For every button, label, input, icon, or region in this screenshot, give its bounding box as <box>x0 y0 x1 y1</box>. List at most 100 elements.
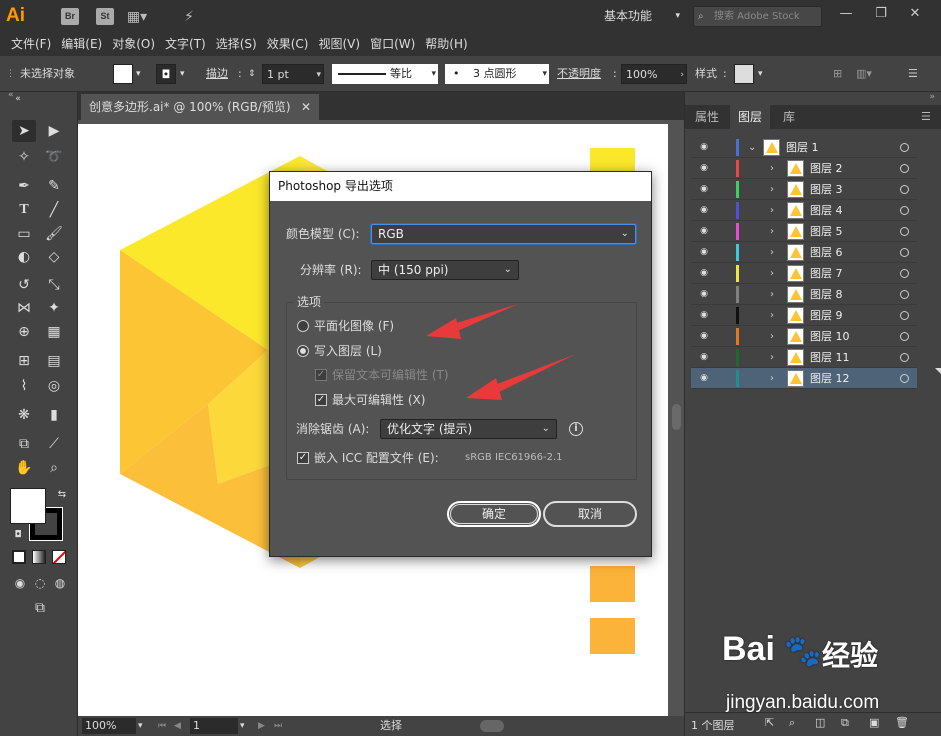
menu-help[interactable]: 帮助(H) <box>420 33 472 56</box>
minimize-button[interactable]: — <box>829 3 863 25</box>
swap-colors-icon[interactable]: ⇆ <box>50 484 74 506</box>
visibility-eye-icon[interactable]: ◉ <box>696 137 712 158</box>
layer-target-circle[interactable] <box>900 269 909 278</box>
layer-target-circle[interactable] <box>900 374 909 383</box>
chevron-right-icon[interactable]: › <box>770 326 774 347</box>
align-icon[interactable]: ⊞ <box>833 64 842 84</box>
layer-target-circle[interactable] <box>900 164 909 173</box>
blend-tool-icon[interactable]: ◎ <box>42 375 66 397</box>
screen-mode-icon[interactable]: ⧉ <box>28 597 52 619</box>
stroke-swatch[interactable]: ◘ <box>156 64 176 84</box>
line-tool-icon[interactable]: ╱ <box>42 199 66 221</box>
resolution-select[interactable]: 中 (150 ppi) ⌄ <box>371 260 519 280</box>
menu-object[interactable]: 对象(O) <box>107 33 160 56</box>
ok-button[interactable]: 确定 <box>447 501 541 527</box>
layer-target-circle[interactable] <box>900 185 909 194</box>
zoom-chevron-icon[interactable]: ▾ <box>138 718 143 734</box>
layer-target-circle[interactable] <box>900 227 909 236</box>
stroke-profile-select[interactable]: 等比 ▾ <box>332 64 438 84</box>
stroke-label[interactable]: 描边 <box>206 64 228 84</box>
layer-row[interactable]: ◉ › 图层 6 <box>691 242 917 263</box>
layer-row[interactable]: ◉ › 图层 8 <box>691 284 917 305</box>
maximize-button[interactable]: ❐ <box>864 3 898 25</box>
collapse-panel-icon[interactable]: » <box>929 92 935 102</box>
style-chevron-icon[interactable]: ▾ <box>758 64 763 84</box>
visibility-eye-icon[interactable]: ◉ <box>696 263 712 284</box>
arrange-documents-icon[interactable]: ▦▾ <box>124 7 150 27</box>
lasso-tool-icon[interactable]: ➰ <box>42 146 66 168</box>
artboard-number-input[interactable]: 1 <box>190 718 238 734</box>
artboard-chevron-icon[interactable]: ▾ <box>240 718 245 734</box>
visibility-eye-icon[interactable]: ◉ <box>696 221 712 242</box>
rectangle-tool-icon[interactable]: ▭ <box>12 223 36 245</box>
color-model-select[interactable]: RGB ⌄ <box>371 224 636 244</box>
chevron-right-icon[interactable]: › <box>770 284 774 305</box>
layer-row[interactable]: ◉ ⌄ 图层 1 <box>691 137 917 158</box>
visibility-eye-icon[interactable]: ◉ <box>696 368 712 389</box>
layer-name[interactable]: 图层 4 <box>810 200 843 221</box>
chevron-down-icon[interactable]: ⌄ <box>748 137 756 158</box>
menu-effect[interactable]: 效果(C) <box>262 33 314 56</box>
horizontal-scroll-thumb[interactable] <box>480 720 504 732</box>
default-colors-icon[interactable]: ◘ <box>6 524 30 546</box>
pen-tool-icon[interactable]: ✒ <box>12 175 36 197</box>
layer-name[interactable]: 图层 2 <box>810 158 843 179</box>
fill-color-swatch-front[interactable] <box>10 488 46 524</box>
menu-select[interactable]: 选择(S) <box>211 33 262 56</box>
max-editable-checkbox[interactable]: ✓ <box>315 394 327 406</box>
visibility-eye-icon[interactable]: ◉ <box>696 347 712 368</box>
fill-swatch[interactable] <box>113 64 133 84</box>
cancel-button[interactable]: 取消 <box>543 501 637 527</box>
magic-wand-icon[interactable]: ✧ <box>12 146 36 168</box>
chevron-right-icon[interactable]: › <box>770 158 774 179</box>
gradient-tool-icon[interactable]: ▤ <box>42 350 66 372</box>
layer-row[interactable]: ◉ › 图层 3 <box>691 179 917 200</box>
selection-tool-icon[interactable]: ➤ <box>12 120 36 142</box>
fill-chevron-icon[interactable]: ▾ <box>136 64 141 84</box>
visibility-eye-icon[interactable]: ◉ <box>696 242 712 263</box>
close-window-button[interactable]: ✕ <box>898 3 932 25</box>
direct-selection-tool-icon[interactable]: ▶ <box>42 120 66 142</box>
flat-image-radio[interactable] <box>297 320 309 332</box>
slice-tool-icon[interactable]: ⟋ <box>42 433 66 455</box>
scale-tool-icon[interactable]: ⤡ <box>42 274 66 296</box>
layer-row[interactable]: ◉ › 图层 12 <box>691 368 917 389</box>
chevron-right-icon[interactable]: › <box>770 242 774 263</box>
layer-target-circle[interactable] <box>900 248 909 257</box>
document-tab[interactable]: 创意多边形.ai* @ 100% (RGB/预览) ✕ <box>81 94 319 120</box>
stock-search-input[interactable]: ⌕ 搜索 Adobe Stock <box>693 6 822 27</box>
chevron-right-icon[interactable]: › <box>770 200 774 221</box>
zoom-input[interactable]: 100% <box>82 718 136 734</box>
style-swatch[interactable] <box>734 64 754 84</box>
layer-row[interactable]: ◉ › 图层 7 <box>691 263 917 284</box>
curvature-tool-icon[interactable]: ✎ <box>42 175 66 197</box>
opacity-label[interactable]: 不透明度 <box>557 64 601 84</box>
layer-name[interactable]: 图层 11 <box>810 347 850 368</box>
embed-icc-checkbox[interactable]: ✓ <box>297 452 309 464</box>
layer-row[interactable]: ◉ › 图层 10 <box>691 326 917 347</box>
column-graph-icon[interactable]: ▮ <box>42 404 66 426</box>
embed-icc-label[interactable]: 嵌入 ICC 配置文件 (E): <box>314 448 439 468</box>
layer-row[interactable]: ◉ › 图层 2 <box>691 158 917 179</box>
chevron-right-icon[interactable]: › <box>770 305 774 326</box>
next-artboard-icon[interactable]: ▶ <box>258 718 265 734</box>
flat-image-label[interactable]: 平面化图像 (F) <box>314 316 394 336</box>
menu-view[interactable]: 视图(V) <box>313 33 365 56</box>
shape-builder-icon[interactable]: ⊕ <box>12 321 36 343</box>
stroke-weight-input[interactable]: 1 pt ▾ <box>262 64 324 84</box>
layer-row[interactable]: ◉ › 图层 5 <box>691 221 917 242</box>
draw-inside-icon[interactable]: ◍ <box>48 572 72 594</box>
puppet-warp-icon[interactable]: ✦ <box>42 297 66 319</box>
layer-name[interactable]: 图层 3 <box>810 179 843 200</box>
antialias-select[interactable]: 优化文字 (提示) ⌄ <box>380 419 557 439</box>
color-mode-icon[interactable] <box>12 550 26 564</box>
stroke-stepper-icon[interactable]: ⇕ <box>248 64 256 84</box>
scrollbar-thumb[interactable] <box>672 404 681 430</box>
rotate-tool-icon[interactable]: ↺ <box>12 274 36 296</box>
mesh-tool-icon[interactable]: ⊞ <box>12 350 36 372</box>
visibility-eye-icon[interactable]: ◉ <box>696 284 712 305</box>
visibility-eye-icon[interactable]: ◉ <box>696 326 712 347</box>
tab-libraries[interactable]: 库 <box>775 105 803 129</box>
chevron-right-icon[interactable]: › <box>770 263 774 284</box>
prev-artboard-icon[interactable]: ◀ <box>174 718 181 734</box>
